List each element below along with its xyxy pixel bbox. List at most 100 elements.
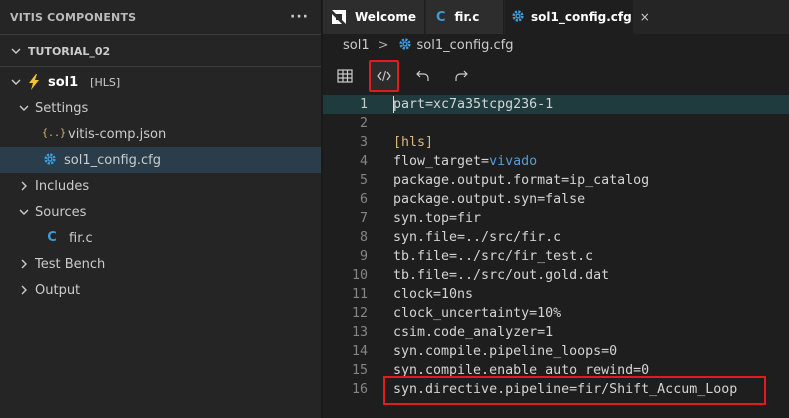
undo-button[interactable]: [409, 62, 437, 90]
breadcrumb-file[interactable]: sol1_config.cfg: [417, 38, 514, 53]
chevron-right-icon: [18, 284, 30, 296]
tab-sol1-config-cfg[interactable]: sol1_config.cfg ×: [505, 0, 650, 34]
code-text: syn.top=fir: [393, 211, 482, 226]
code-line: 3 [hls]: [323, 133, 789, 152]
code-text: csim.code_analyzer=1: [393, 325, 554, 340]
chevron-down-icon: [10, 45, 22, 57]
code-text: [hls]: [393, 135, 434, 150]
gear-icon: [397, 37, 413, 53]
sidebar-divider: [0, 34, 321, 35]
line-number: 12: [351, 306, 368, 321]
output-label: Output: [35, 282, 81, 298]
undo-icon: [416, 70, 429, 81]
sidebar-header: VITIS COMPONENTS ···: [0, 0, 321, 34]
file-label: fir.c: [69, 230, 93, 246]
chevron-down-icon: [10, 76, 22, 88]
code-line: 7 syn.top=fir: [323, 209, 789, 228]
sidebar-item-includes[interactable]: Includes: [0, 173, 321, 199]
code-text: clock_uncertainty=10%: [393, 306, 562, 321]
tab-welcome[interactable]: Welcome: [323, 0, 425, 34]
file-item-fir-c[interactable]: C fir.c: [0, 225, 321, 251]
component-tag: [HLS]: [90, 75, 121, 89]
code-line: 4 flow_target=vivado: [323, 152, 789, 171]
code-text: syn.file=../src/fir.c: [393, 230, 562, 245]
chevron-right-icon: [18, 258, 30, 270]
gear-icon: [511, 9, 525, 25]
tab-label: sol1_config.cfg: [531, 10, 632, 24]
test-bench-label: Test Bench: [35, 256, 106, 272]
chevron-right-icon: [18, 180, 30, 192]
line-number: 6: [359, 192, 368, 207]
chevron-right-icon: >: [377, 37, 389, 53]
code-text: part=xc7a35tcpg236-1: [393, 97, 554, 112]
line-number: 9: [359, 249, 368, 264]
amd-logo-icon: [331, 9, 347, 25]
c-file-icon: C: [47, 230, 57, 245]
file-label: vitis-comp.json: [68, 126, 167, 142]
line-number: 2: [359, 116, 368, 131]
table-view-button[interactable]: [331, 62, 359, 90]
settings-label: Settings: [35, 100, 89, 116]
line-number: 5: [359, 173, 368, 188]
source-view-button[interactable]: [369, 60, 399, 92]
code-text: tb.file=../src/out.gold.dat: [393, 268, 610, 283]
project-row[interactable]: TUTORIAL_02: [0, 38, 321, 64]
code-text: tb.file=../src/fir_test.c: [393, 249, 594, 264]
sources-label: Sources: [35, 204, 87, 220]
text-cursor: [393, 96, 394, 113]
editor-toolbar: [323, 60, 789, 92]
json-file-icon: {..}: [42, 128, 67, 139]
component-row-sol1[interactable]: sol1 [HLS]: [0, 69, 321, 95]
line-number: 15: [351, 363, 368, 378]
redo-button[interactable]: [447, 62, 475, 90]
sidebar-item-settings[interactable]: Settings: [0, 95, 321, 121]
code-line: 5 package.output.format=ip_catalog: [323, 171, 789, 190]
includes-label: Includes: [35, 178, 90, 194]
sidebar-item-sources[interactable]: Sources: [0, 199, 321, 225]
file-item-vitis-comp-json[interactable]: {..} vitis-comp.json: [0, 121, 321, 147]
tab-label: Welcome: [355, 10, 417, 24]
breadcrumb-root[interactable]: sol1: [343, 38, 370, 53]
tab-bar: Welcome C fir.c sol1_config.cfg ×: [323, 0, 789, 34]
line-number: 4: [359, 154, 368, 169]
tab-label: fir.c: [454, 10, 480, 24]
code-text: package.output.syn=false: [393, 192, 586, 207]
line-number: 8: [359, 230, 368, 245]
gear-icon: [42, 152, 58, 168]
c-file-icon: C: [436, 9, 446, 25]
explorer-sidebar: VITIS COMPONENTS ··· TUTORIAL_02 sol1 [H…: [0, 0, 321, 418]
code-text: flow_target=vivado: [393, 154, 538, 169]
editor-area: Welcome C fir.c sol1_config.cfg × sol1 >…: [323, 0, 789, 418]
code-line: 10 tb.file=../src/out.gold.dat: [323, 266, 789, 285]
more-actions-button[interactable]: ···: [290, 9, 309, 25]
tab-fir-c[interactable]: C fir.c: [426, 0, 504, 34]
line-number: 11: [351, 287, 368, 302]
code-line: 14 syn.compile.pipeline_loops=0: [323, 342, 789, 361]
line-number: 3: [359, 135, 368, 150]
code-icon: [377, 70, 391, 82]
highlight-box: [383, 376, 766, 405]
code-line: 11 clock=10ns: [323, 285, 789, 304]
code-line: 2: [323, 114, 789, 133]
code-line: 8 syn.file=../src/fir.c: [323, 228, 789, 247]
code-line: 13 csim.code_analyzer=1: [323, 323, 789, 342]
line-number: 10: [351, 268, 368, 283]
chevron-down-icon: [18, 102, 30, 114]
code-line: 9 tb.file=../src/fir_test.c: [323, 247, 789, 266]
sidebar-item-output[interactable]: Output: [0, 277, 321, 303]
lightning-bolt-icon: [26, 74, 42, 90]
file-item-sol1-config-cfg[interactable]: sol1_config.cfg: [0, 147, 321, 173]
file-label: sol1_config.cfg: [64, 152, 161, 168]
code-text: package.output.format=ip_catalog: [393, 173, 650, 188]
project-divider: [0, 66, 321, 67]
chevron-down-icon: [18, 206, 30, 218]
breadcrumb: sol1 > sol1_config.cfg: [323, 34, 789, 56]
code-editor[interactable]: 1 part=xc7a35tcpg236-1 2 3 [hls] 4 flow_tar…: [323, 94, 789, 418]
sidebar-item-test-bench[interactable]: Test Bench: [0, 251, 321, 277]
close-icon[interactable]: ×: [640, 10, 650, 24]
line-number: 7: [359, 211, 368, 226]
line-number: 1: [359, 97, 368, 112]
line-number: 13: [351, 325, 368, 340]
line-number: 16: [351, 382, 368, 397]
table-icon: [337, 69, 353, 83]
